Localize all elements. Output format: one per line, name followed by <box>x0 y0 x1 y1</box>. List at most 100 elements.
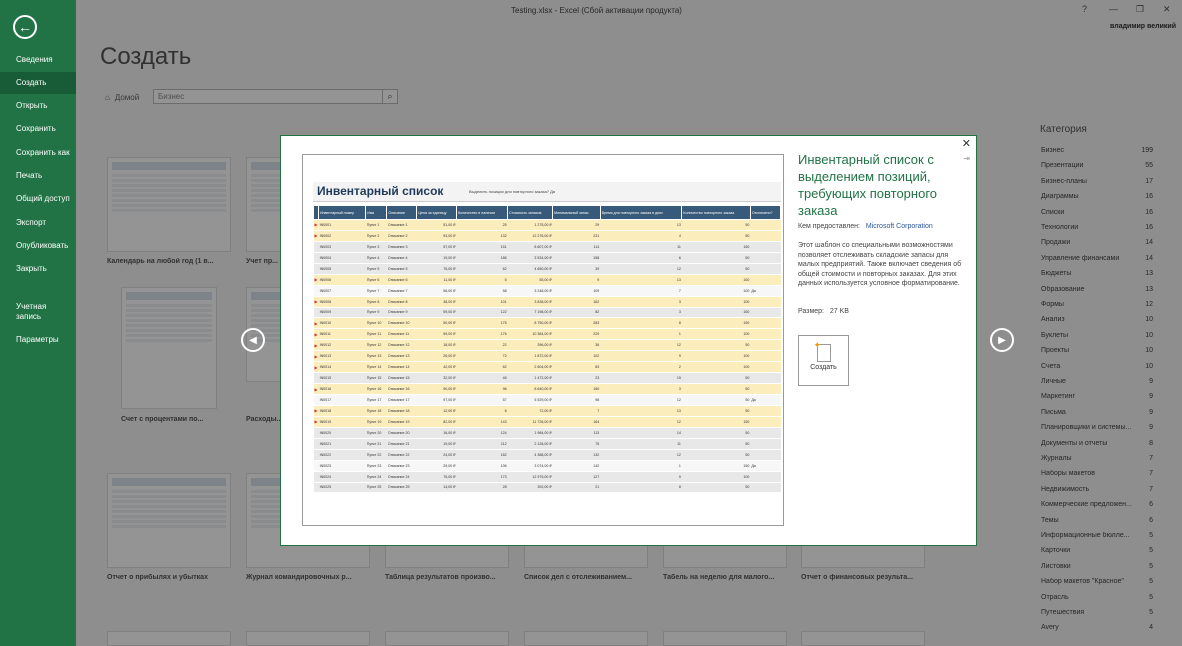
inventory-table: Инвентарный номер Имя Описание Цена за един… <box>312 205 782 494</box>
table-cell: Пункт 14 <box>365 361 387 374</box>
table-cell: 3 <box>600 296 682 308</box>
table-cell: IN0014 <box>318 361 366 374</box>
table-cell <box>750 427 781 439</box>
table-cell: 392,00 ₽ <box>507 482 553 494</box>
table-cell: Описание 22 <box>386 449 417 461</box>
table-cell: Описание 5 <box>386 263 417 275</box>
create-button-label: Создать <box>810 364 837 371</box>
sidebar-item-6[interactable]: Печать <box>0 171 76 181</box>
table-cell <box>750 361 781 374</box>
provider-link[interactable]: Microsoft Corporation <box>866 223 933 230</box>
table-cell: 59,00 ₽ <box>416 328 457 341</box>
sidebar-item-4[interactable]: Сохранить <box>0 124 76 134</box>
table-cell: Пункт 5 <box>365 263 387 275</box>
previous-template-button[interactable]: ◀ <box>241 328 265 352</box>
provider-label: Кем предоставлен: <box>798 223 860 230</box>
column-header: Имя <box>365 205 388 220</box>
sidebar-item-2[interactable]: Создать <box>0 72 76 94</box>
table-cell: 50 <box>681 482 751 494</box>
table-cell: IN0004 <box>318 252 366 264</box>
table-cell: 5 <box>456 274 508 286</box>
create-button[interactable]: Создать <box>798 335 849 386</box>
table-cell: 2 604,00 ₽ <box>507 361 553 374</box>
table-cell: 150 <box>681 317 751 330</box>
table-cell: 21 <box>552 482 601 494</box>
table-cell: 13 <box>600 274 682 286</box>
column-header: Количество повторного заказа <box>681 205 751 220</box>
table-cell: IN0022 <box>318 449 366 461</box>
table-cell: Пункт 11 <box>365 328 387 341</box>
table-cell: 1 <box>600 328 682 341</box>
sidebar-item-9[interactable]: Опубликовать <box>0 241 76 251</box>
table-cell: IN0020 <box>318 427 366 439</box>
table-cell: Пункт 15 <box>365 372 387 385</box>
table-cell: 3 248,00 ₽ <box>507 285 553 297</box>
table-cell: 12 975,00 ₽ <box>507 471 553 483</box>
sidebar-item-12[interactable]: Параметры <box>0 335 76 345</box>
table-cell: IN0013 <box>318 350 366 363</box>
table-cell: IN0024 <box>318 471 366 483</box>
table-row: ▶ IN0008 Пункт 8 Описание 8 38,00 ₽101 3 838,… <box>313 296 781 308</box>
table-cell: 22 <box>456 339 508 352</box>
table-cell: 96 <box>456 383 508 395</box>
back-arrow-icon[interactable]: ← <box>13 15 37 39</box>
table-cell <box>750 307 781 319</box>
table-cell: 9 <box>600 350 682 363</box>
table-cell: 75,00 ₽ <box>416 263 457 275</box>
table-cell: IN0019 <box>318 416 366 428</box>
table-cell: IN0006 <box>318 274 366 286</box>
table-row: IN0009 Пункт 9 Описание 9 59,00 ₽122 7 198,0… <box>313 307 781 319</box>
table-cell: IN0017 <box>318 394 366 406</box>
close-icon[interactable]: ✕ <box>962 137 971 150</box>
table-cell: 50 <box>681 405 751 417</box>
sidebar-item-1[interactable]: Сведения <box>0 55 76 65</box>
table-cell: 62 <box>456 263 508 275</box>
table-cell: 150 <box>681 416 751 428</box>
table-cell: 57,00 ₽ <box>416 241 457 253</box>
table-cell: 142 <box>552 460 601 472</box>
table-cell: 7 <box>552 405 601 417</box>
table-cell: Пункт 19 <box>365 416 387 428</box>
table-cell: 102 <box>552 350 601 363</box>
table-cell: 7 <box>600 285 682 297</box>
sidebar-item-3[interactable]: Открыть <box>0 101 76 111</box>
table-row: ▶ IN0018 Пункт 18 Описание 18 12,00 ₽6 72,00 … <box>313 405 781 417</box>
table-cell: IN0011 <box>318 328 366 341</box>
table-cell: 229 <box>552 328 601 341</box>
table-cell: Описание 14 <box>386 361 417 374</box>
table-cell: Описание 16 <box>386 383 417 395</box>
table-cell: 18,00 ₽ <box>416 339 457 352</box>
sidebar-item-11[interactable]: Учетная запись <box>0 302 58 322</box>
table-cell: 19,00 ₽ <box>416 438 457 450</box>
table-cell: IN0005 <box>318 263 366 275</box>
table-cell: Пункт 13 <box>365 350 387 363</box>
table-row: ▶ IN0001 Пункт 1 Описание 1 51,00 ₽25 1 275,0… <box>313 219 781 231</box>
table-cell: 15 <box>600 372 682 385</box>
sidebar-item-10[interactable]: Закрыть <box>0 264 76 274</box>
column-header: Количество в наличии <box>455 205 509 220</box>
table-cell: 6 <box>456 405 508 417</box>
table-cell: 98 <box>552 394 601 406</box>
table-cell: 8 750,00 ₽ <box>507 317 553 330</box>
table-cell: 16,00 ₽ <box>416 427 457 439</box>
table-cell: 25 <box>456 219 508 231</box>
table-cell: Описание 3 <box>386 241 417 253</box>
table-cell: 72 <box>456 350 508 363</box>
table-cell: 72,00 ₽ <box>507 405 553 417</box>
sidebar-item-8[interactable]: Экспорт <box>0 218 76 228</box>
template-preview-dialog: ✕ ⇥ Инвентарный список Выделить позиции … <box>280 135 977 546</box>
table-cell: IN0021 <box>318 438 366 450</box>
table-cell: 150 <box>681 307 751 319</box>
table-cell: 109 <box>552 285 601 297</box>
sidebar-item-7[interactable]: Общий доступ <box>0 194 76 204</box>
sidebar-item-5[interactable]: Сохранить как <box>0 148 76 158</box>
table-row: ▶ IN0012 Пункт 12 Описание 12 18,00 ₽22 396,0… <box>313 339 781 352</box>
table-cell: Пункт 24 <box>365 471 387 483</box>
table-cell: 127 <box>552 471 601 483</box>
next-template-button[interactable]: ▶ <box>990 328 1014 352</box>
table-cell: Пункт 9 <box>365 307 387 319</box>
table-cell: 50 <box>681 219 751 231</box>
table-cell: IN0009 <box>318 307 366 319</box>
table-cell: 39 <box>552 263 601 275</box>
table-cell: 12 <box>600 394 682 406</box>
